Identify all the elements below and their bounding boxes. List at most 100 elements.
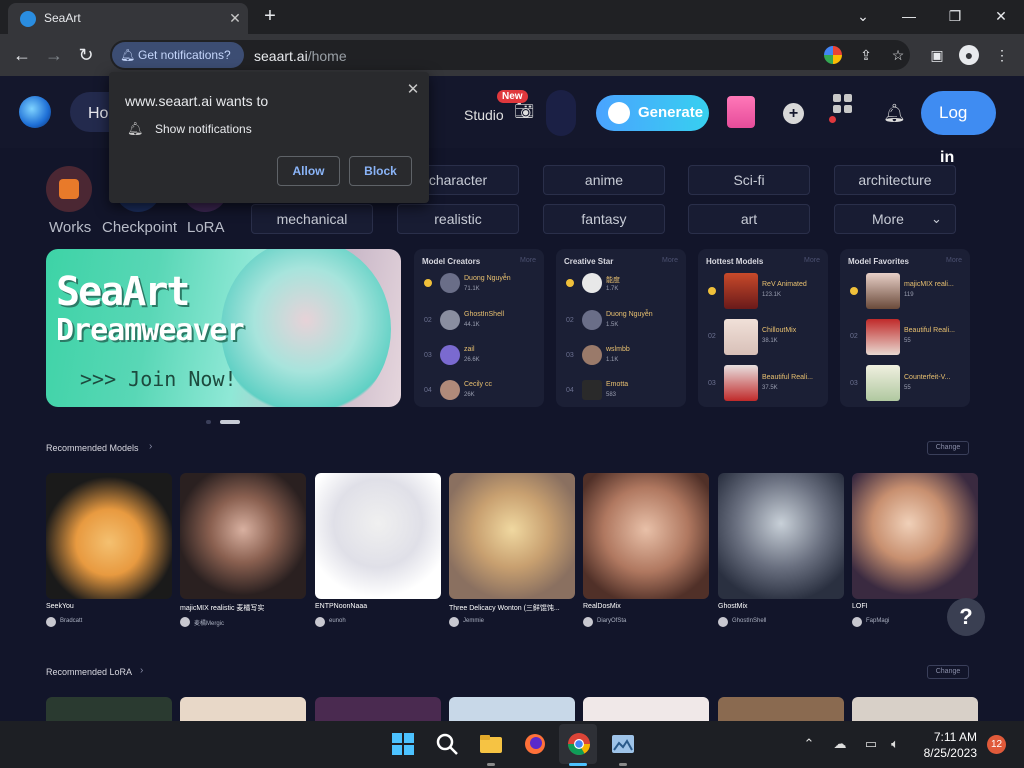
close-icon[interactable]: ✕ xyxy=(403,80,423,100)
notification-count-badge[interactable]: 12 xyxy=(987,735,1006,754)
clock-date[interactable]: 8/25/2023 xyxy=(919,746,977,760)
model-thumbnail[interactable] xyxy=(724,273,758,309)
lora-card-image[interactable] xyxy=(718,697,844,721)
model-card-user[interactable]: DiaryOfSta xyxy=(597,618,626,624)
notification-permission-chip[interactable]: 🔔︎ Get notifications? xyxy=(112,42,244,68)
avatar[interactable] xyxy=(582,310,602,330)
avatar[interactable] xyxy=(440,310,460,330)
forward-arrow-icon[interactable]: → xyxy=(41,42,67,68)
chrome-icon[interactable] xyxy=(565,730,593,758)
new-tab-button[interactable]: + xyxy=(258,6,282,28)
change-button[interactable]: Change xyxy=(927,665,969,679)
cloud-offline-icon[interactable]: ☁ xyxy=(831,735,849,753)
volume-icon[interactable]: 🔈︎ xyxy=(886,735,904,753)
rank-name[interactable]: 能度 xyxy=(606,275,620,285)
rank-name[interactable]: Duong Nguyễn xyxy=(464,275,511,282)
google-lens-icon[interactable] xyxy=(824,46,842,64)
apps-grid-icon[interactable] xyxy=(833,94,853,114)
tag-realistic[interactable]: realistic xyxy=(397,204,519,234)
avatar[interactable] xyxy=(440,380,460,400)
share-icon[interactable]: ⇪ xyxy=(856,45,876,65)
allow-button[interactable]: Allow xyxy=(277,156,340,186)
more-tags-button[interactable]: More ⌄ xyxy=(834,204,956,234)
gift-box-icon[interactable] xyxy=(727,96,755,128)
model-thumbnail[interactable] xyxy=(724,365,758,401)
works-label[interactable]: Works xyxy=(49,219,91,236)
rank-name[interactable]: wslmbb xyxy=(606,346,630,353)
model-card-name[interactable]: RealDosMix xyxy=(583,603,621,610)
rank-name[interactable]: ReV Animated xyxy=(762,281,807,288)
help-button[interactable]: ? xyxy=(947,598,985,636)
firefox-icon[interactable] xyxy=(521,730,549,758)
avatar[interactable] xyxy=(46,617,56,627)
url-text[interactable]: seaart.ai/home xyxy=(254,48,347,64)
rank-name[interactable]: Beautiful Reali... xyxy=(762,374,813,381)
minimize-button[interactable]: — xyxy=(895,5,923,27)
avatar[interactable] xyxy=(582,273,602,293)
rank-name[interactable]: Emotta xyxy=(606,381,628,388)
model-thumbnail[interactable] xyxy=(866,319,900,355)
model-card-image[interactable] xyxy=(46,473,172,599)
avatar[interactable] xyxy=(718,617,728,627)
panel-more-link[interactable]: More xyxy=(662,257,678,264)
lora-card-image[interactable] xyxy=(315,697,441,721)
rank-name[interactable]: Beautiful Reali... xyxy=(904,327,955,334)
image-viewer-icon[interactable] xyxy=(609,730,637,758)
tag-art[interactable]: art xyxy=(688,204,810,234)
tag-architecture[interactable]: architecture xyxy=(834,165,956,195)
mail-avatar-icon[interactable] xyxy=(582,380,602,400)
tag-fantasy[interactable]: fantasy xyxy=(543,204,665,234)
model-card-user[interactable]: Jemmie xyxy=(463,618,484,624)
avatar[interactable] xyxy=(449,617,459,627)
lora-card-image[interactable] xyxy=(852,697,978,721)
file-explorer-icon[interactable] xyxy=(477,730,505,758)
bookmark-star-icon[interactable]: ☆ xyxy=(888,45,908,65)
carousel-dot[interactable] xyxy=(206,420,211,424)
avatar[interactable] xyxy=(315,617,325,627)
generate-button[interactable]: Generate xyxy=(596,95,709,131)
rank-name[interactable]: Cecily cc xyxy=(464,381,492,388)
menu-kebab-icon[interactable]: ⋮ xyxy=(992,45,1012,65)
avatar[interactable] xyxy=(852,617,862,627)
chevron-right-icon[interactable]: › xyxy=(149,441,152,452)
login-button[interactable]: Log xyxy=(921,91,996,135)
rank-name[interactable]: majicMIX reali... xyxy=(904,281,954,288)
rank-name[interactable]: ChilloutMix xyxy=(762,327,796,334)
model-card-image[interactable] xyxy=(449,473,575,599)
studio-link[interactable]: Studio xyxy=(464,107,504,123)
model-card-user[interactable]: GhostInShell xyxy=(732,618,766,624)
chevron-right-icon[interactable]: › xyxy=(140,665,143,676)
reload-icon[interactable]: ↻ xyxy=(73,42,99,68)
model-thumbnail[interactable] xyxy=(866,365,900,401)
avatar[interactable] xyxy=(440,273,460,293)
back-arrow-icon[interactable]: ← xyxy=(9,42,35,68)
lora-label[interactable]: LoRA xyxy=(187,219,225,236)
recommended-models-title[interactable]: Recommended Models xyxy=(46,443,139,453)
block-button[interactable]: Block xyxy=(349,156,412,186)
create-plus-icon[interactable]: + xyxy=(783,103,804,124)
model-card-image[interactable] xyxy=(180,473,306,599)
tag-anime[interactable]: anime xyxy=(543,165,665,195)
tag-sci-fi[interactable]: Sci-fi xyxy=(688,165,810,195)
lora-card-image[interactable] xyxy=(180,697,306,721)
model-card-image[interactable] xyxy=(583,473,709,599)
model-card-image[interactable] xyxy=(852,473,978,599)
camera-icon[interactable]: 📷︎ xyxy=(514,101,536,121)
rank-name[interactable]: Counterfeit-V... xyxy=(904,374,950,381)
model-card-user[interactable]: eunoh xyxy=(329,618,346,624)
dreamweaver-banner[interactable]: SeaArt Dreamweaver >>> Join Now! xyxy=(46,249,401,407)
clock-time[interactable]: 7:11 AM xyxy=(931,730,977,744)
model-card-image[interactable] xyxy=(315,473,441,599)
model-card-name[interactable]: Three Delicacy Wonton (三鲜馄饨... xyxy=(449,603,560,613)
lora-card-image[interactable] xyxy=(449,697,575,721)
tab-search-icon[interactable]: ⌄ xyxy=(849,5,877,27)
tag-mechanical[interactable]: mechanical xyxy=(251,204,373,234)
restore-button[interactable]: ❐ xyxy=(941,5,969,27)
model-card-name[interactable]: GhostMix xyxy=(718,603,748,610)
tab-close-icon[interactable]: ✕ xyxy=(226,9,244,27)
network-icon[interactable]: ▭ xyxy=(862,735,880,753)
panel-more-link[interactable]: More xyxy=(946,257,962,264)
windows-start-icon[interactable] xyxy=(389,730,417,758)
notifications-bell-icon[interactable]: 🔔︎ xyxy=(883,103,906,125)
model-card-user[interactable]: Bradcatt xyxy=(60,618,82,624)
